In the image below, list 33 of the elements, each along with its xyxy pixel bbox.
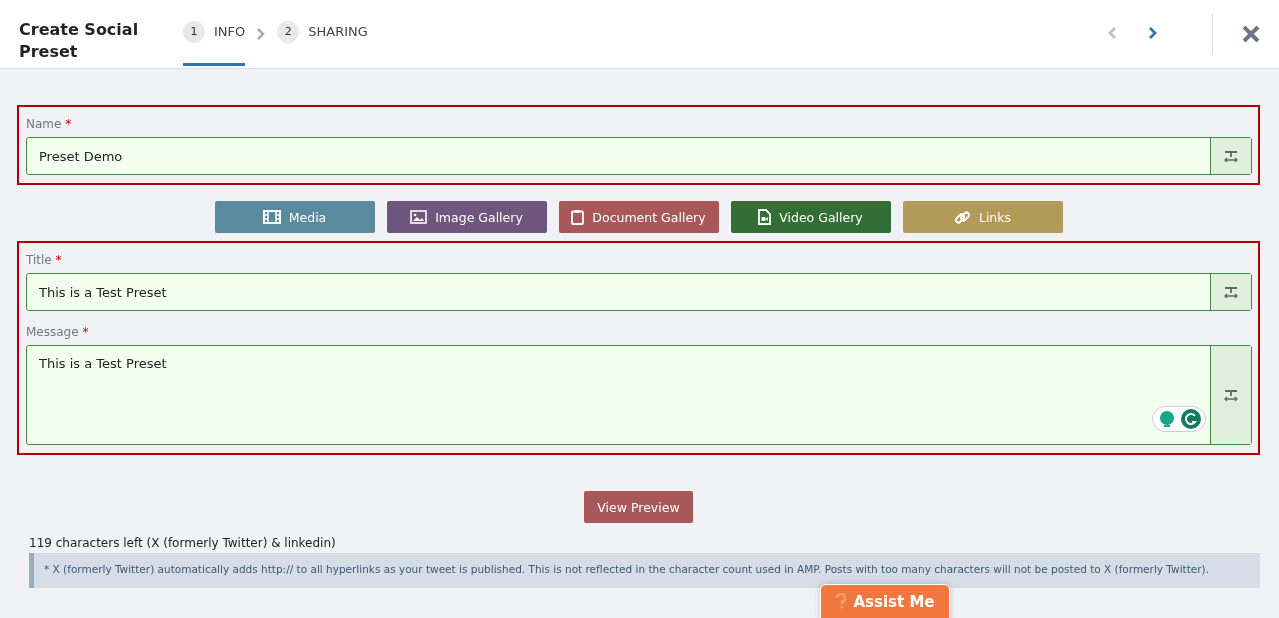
video-file-icon xyxy=(758,209,772,225)
input-field[interactable]: This is a Test Preset xyxy=(26,273,1252,311)
field-label: Name * xyxy=(26,117,73,131)
view-preview-button[interactable]: View Preview xyxy=(584,491,693,523)
text-format-button[interactable] xyxy=(1210,346,1251,444)
field-label: Message * xyxy=(26,325,90,339)
media-button[interactable]: Video Gallery xyxy=(730,201,891,233)
text-format-button[interactable] xyxy=(1210,274,1251,310)
input-field[interactable]: Preset Demo xyxy=(26,137,1252,175)
info-note: * X (formerly Twitter) automatically adds http:// to all hyperlinks as your tweet is published. This is not reflected in the character count used in AMP. Posts with too many characters will not be posted to X (formerly Twitter). xyxy=(29,553,1260,588)
question-mark-icon xyxy=(835,593,848,609)
link-icon xyxy=(953,208,971,226)
text-format-button[interactable] xyxy=(1210,138,1251,174)
text-width-icon xyxy=(1224,150,1238,162)
message-field[interactable]: This is a Test Preset xyxy=(26,345,1252,445)
grammar-assistant-icon xyxy=(1152,406,1206,432)
text-width-icon xyxy=(1224,286,1238,298)
text-width-icon xyxy=(1224,389,1238,401)
media-button[interactable]: Document Gallery xyxy=(558,201,719,233)
film-icon xyxy=(262,210,281,224)
step-tab[interactable]: 1 INFO xyxy=(183,0,246,66)
media-button[interactable]: Media xyxy=(214,201,375,233)
field-label: Title * xyxy=(26,253,63,267)
field-value: Preset Demo xyxy=(39,148,123,164)
media-button[interactable]: Image Gallery xyxy=(386,201,547,233)
clipboard-icon xyxy=(571,209,585,225)
close-icon xyxy=(1242,25,1260,43)
image-icon xyxy=(410,210,428,224)
character-count: 119 characters left (X (formerly Twitter) & linkedin) xyxy=(29,536,337,550)
step-tab[interactable]: 2 SHARING xyxy=(277,0,368,66)
field-value: This is a Test Preset xyxy=(39,356,167,371)
dialog-title: Create Social Preset xyxy=(18,19,140,63)
field-value: This is a Test Preset xyxy=(39,284,167,300)
